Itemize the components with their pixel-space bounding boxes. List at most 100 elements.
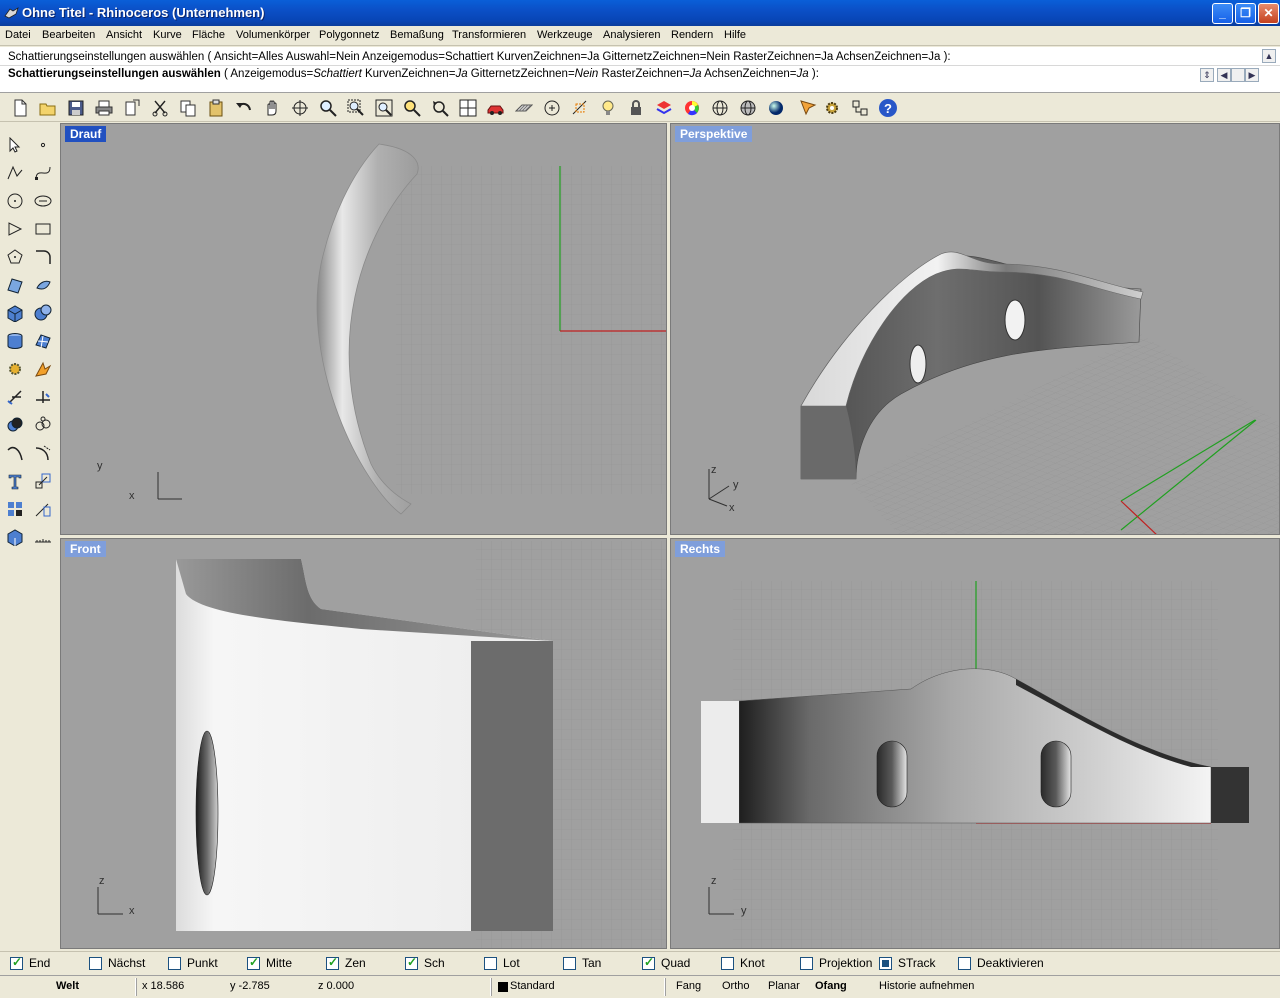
save-icon[interactable] [65, 97, 87, 119]
current-layer[interactable]: Standard [510, 980, 555, 992]
option-rasterzeichnen-value[interactable]: Ja [689, 68, 701, 80]
paste-icon[interactable] [205, 97, 227, 119]
solid-box-icon[interactable] [3, 301, 27, 325]
viewport-front[interactable]: Front z x [60, 538, 667, 949]
osnap-sch[interactable]: Sch [405, 955, 445, 970]
wireframe-sphere-icon[interactable] [709, 97, 731, 119]
group-icon[interactable] [3, 497, 27, 521]
options-gear-icon[interactable] [821, 97, 843, 119]
option-rasterzeichnen[interactable]: RasterZeichnen= [598, 68, 690, 80]
option-gitternetzzeichnen[interactable]: GitternetzZeichnen= [468, 68, 575, 80]
viewport-right[interactable]: Rechts z y [670, 538, 1280, 949]
ortho-toggle[interactable]: Ortho [722, 980, 750, 992]
osnap-toggle[interactable]: Ofang [815, 980, 847, 992]
menu-polygonnetz[interactable]: Polygonnetz [319, 29, 380, 41]
import-export-icon[interactable] [121, 97, 143, 119]
osnap-tan-checkbox[interactable] [563, 956, 576, 970]
option-achsenzeichnen-value[interactable]: Ja [797, 68, 809, 80]
surface-extrude-icon[interactable] [31, 273, 55, 297]
cut-icon[interactable] [149, 97, 171, 119]
osnap-mitte[interactable]: Mitte [247, 955, 292, 970]
pan-hand-icon[interactable] [261, 97, 283, 119]
menu-ansicht[interactable]: Ansicht [106, 29, 142, 41]
osnap-end[interactable]: End [10, 955, 50, 970]
planar-toggle[interactable]: Planar [768, 980, 800, 992]
restore-button[interactable]: ❐ [1235, 3, 1256, 24]
option-achsenzeichnen[interactable]: AchsenZeichnen= [702, 68, 796, 80]
menu-hilfe[interactable]: Hilfe [724, 29, 746, 41]
osnap-punkt[interactable]: Punkt [168, 956, 218, 970]
menu-flaeche[interactable]: Fläche [192, 29, 225, 41]
shaded-sphere-icon[interactable] [737, 97, 759, 119]
rotate-view-icon[interactable] [289, 97, 311, 119]
viewport-perspective-label[interactable]: Perspektive [675, 126, 753, 142]
trim-icon[interactable] [3, 385, 27, 409]
undo-icon[interactable] [233, 97, 255, 119]
fillet-curve-icon[interactable] [31, 245, 55, 269]
snap-toggle[interactable]: Fang [676, 980, 701, 992]
osnap-zen-checkbox[interactable] [326, 955, 339, 970]
color-wheel-icon[interactable] [681, 97, 703, 119]
rendered-sphere-icon[interactable] [765, 97, 787, 119]
print-icon[interactable] [93, 97, 115, 119]
render-car-icon[interactable] [485, 97, 507, 119]
menu-werkzeuge[interactable]: Werkzeuge [537, 29, 592, 41]
surface-from-points-icon[interactable] [3, 273, 27, 297]
select-filter-icon[interactable] [797, 97, 819, 119]
menu-bearbeiten[interactable]: Bearbeiten [42, 29, 95, 41]
command-prompt[interactable]: Schattierungseinstellungen auswählen ( A… [8, 68, 819, 80]
osnap-tan[interactable]: Tan [563, 956, 601, 970]
menu-analysieren[interactable]: Analysieren [603, 29, 660, 41]
osnap-center-icon[interactable] [541, 97, 563, 119]
rhino-app-icon[interactable] [4, 5, 20, 21]
option-kurvenzeichnen-value[interactable]: Ja [455, 68, 467, 80]
lock-icon[interactable] [625, 97, 647, 119]
osnap-naechst[interactable]: Nächst [89, 956, 145, 970]
minimize-button[interactable]: _ [1212, 3, 1233, 24]
four-viewports-icon[interactable] [457, 97, 479, 119]
solid-cylinder-icon[interactable] [3, 329, 27, 353]
record-history-toggle[interactable]: Historie aufnehmen [879, 980, 974, 992]
cplane-indicator[interactable]: Welt [56, 980, 79, 992]
light-bulb-icon[interactable] [597, 97, 619, 119]
zoom-icon[interactable] [317, 97, 339, 119]
osnap-strack-checkbox[interactable] [879, 956, 892, 970]
menu-datei[interactable]: Datei [5, 29, 31, 41]
explode-icon[interactable] [31, 357, 55, 381]
grid-plane-icon[interactable] [513, 97, 535, 119]
split-icon[interactable] [31, 385, 55, 409]
analyze-ruler-icon[interactable] [31, 525, 55, 549]
osnap-knot[interactable]: Knot [721, 956, 765, 970]
menu-volumenkoerper[interactable]: Volumenkörper [236, 29, 310, 41]
ellipse-icon[interactable] [31, 189, 55, 213]
copy-icon[interactable] [177, 97, 199, 119]
dimension-icon[interactable] [31, 497, 55, 521]
viewport-top-label[interactable]: Drauf [65, 126, 107, 142]
spin-updown-icon[interactable]: ⇕ [1200, 68, 1214, 82]
zoom-extents-icon[interactable] [373, 97, 395, 119]
osnap-projektion-checkbox[interactable] [800, 956, 813, 970]
circle-icon[interactable] [3, 189, 27, 213]
polygon-icon[interactable] [3, 245, 27, 269]
viewport-front-label[interactable]: Front [65, 541, 106, 557]
prev-option-icon[interactable]: ◀ [1217, 68, 1231, 82]
zoom-window-icon[interactable] [345, 97, 367, 119]
mesh-icon[interactable] [31, 329, 55, 353]
transform-gear-icon[interactable] [3, 357, 27, 381]
text-icon[interactable] [3, 469, 27, 493]
osnap-lot[interactable]: Lot [484, 956, 520, 970]
osnap-strack[interactable]: STrack [879, 956, 936, 970]
menu-bemassung[interactable]: Bemaßung [390, 29, 444, 41]
osnap-naechst-checkbox[interactable] [89, 956, 102, 970]
arc-icon[interactable] [3, 217, 27, 241]
scale-icon[interactable] [31, 469, 55, 493]
osnap-knot-checkbox[interactable] [721, 956, 734, 970]
viewport-top[interactable]: Drauf y x [60, 123, 667, 535]
blend-curve-icon[interactable] [31, 441, 55, 465]
osnap-quad-checkbox[interactable] [642, 955, 655, 970]
undo-view-icon[interactable] [429, 97, 451, 119]
viewport-perspective[interactable]: Perspektive z y x [670, 123, 1280, 535]
layer-color-swatch[interactable] [498, 982, 508, 992]
option-kurvenzeichnen[interactable]: KurvenZeichnen= [362, 68, 455, 80]
menu-kurve[interactable]: Kurve [153, 29, 182, 41]
